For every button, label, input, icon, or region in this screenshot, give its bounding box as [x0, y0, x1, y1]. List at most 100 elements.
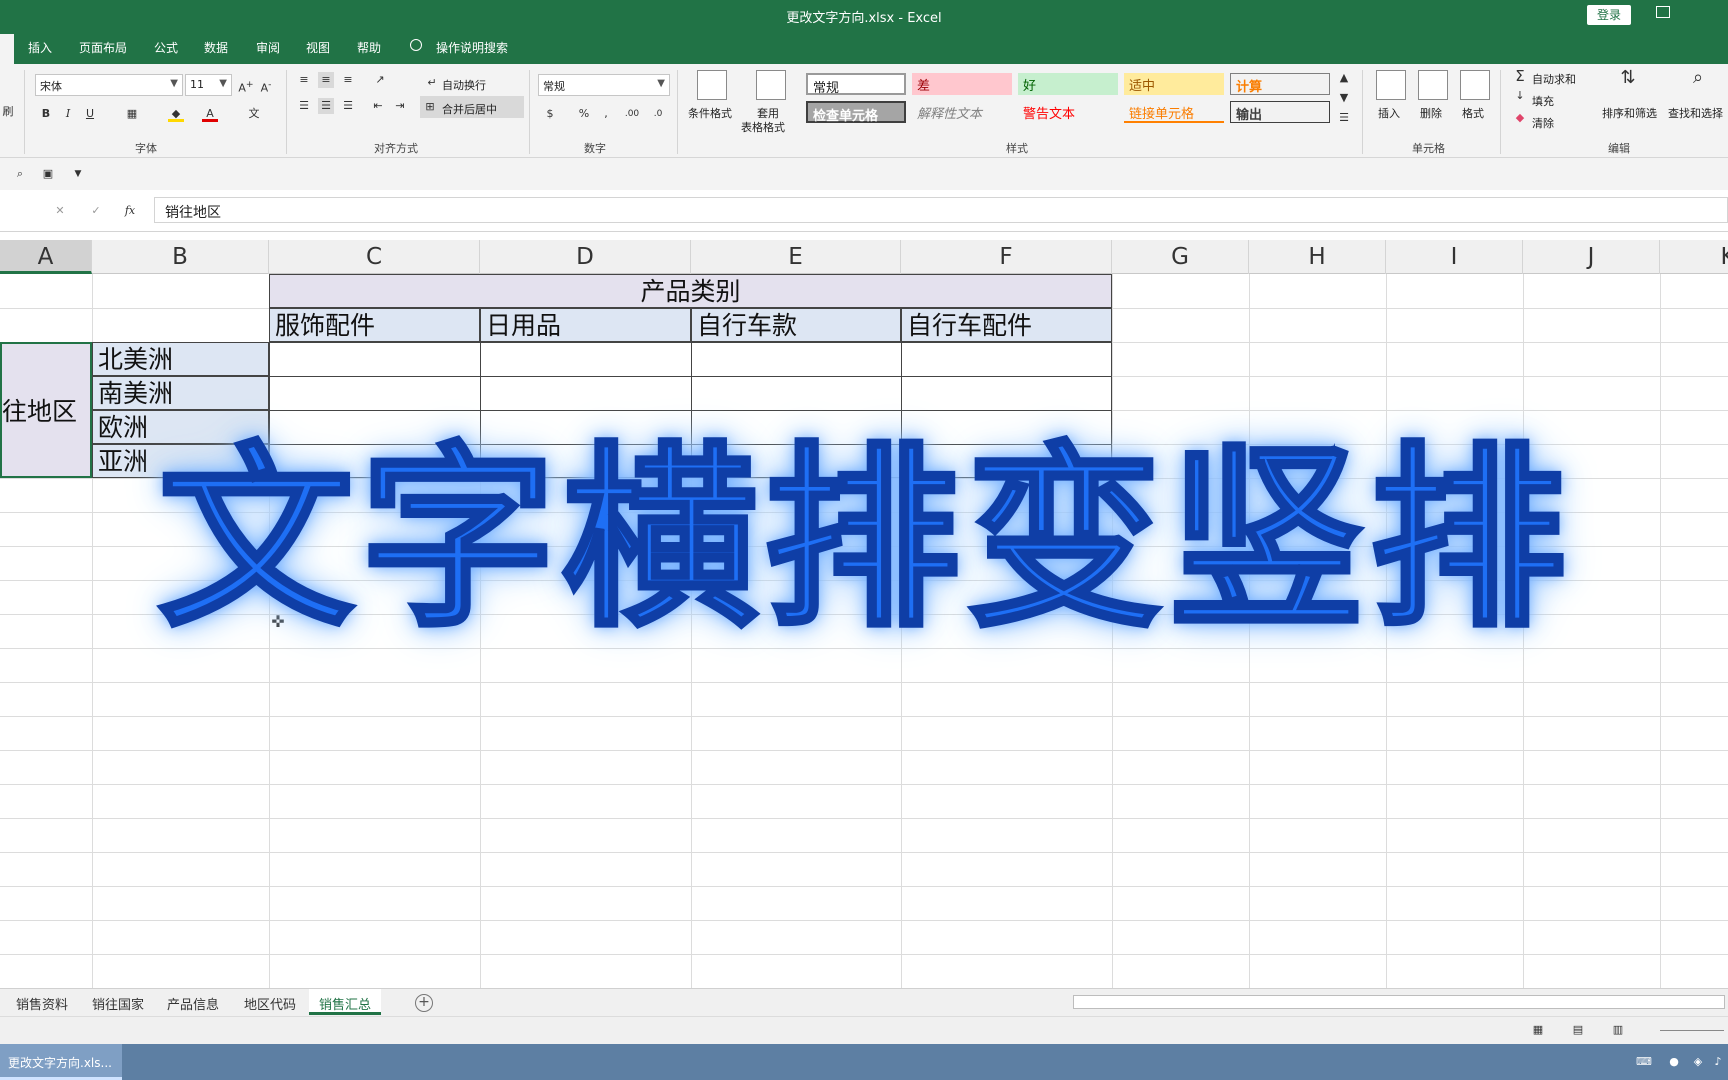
- column-header-e[interactable]: E: [691, 240, 901, 274]
- insert-function-icon[interactable]: fx: [122, 203, 138, 219]
- align-right-icon[interactable]: ☰: [340, 98, 356, 114]
- column-header-g[interactable]: G: [1112, 240, 1249, 274]
- format-cells-icon[interactable]: [1460, 70, 1490, 100]
- bold-icon[interactable]: B: [38, 106, 54, 122]
- merge-center-button[interactable]: ⊞ 合并后居中: [420, 96, 524, 118]
- shield-icon[interactable]: ◈: [1690, 1054, 1706, 1070]
- decrease-font-icon[interactable]: A-: [258, 77, 274, 95]
- keyboard-icon[interactable]: ⌨: [1636, 1054, 1652, 1070]
- style-output[interactable]: 输出: [1230, 101, 1330, 123]
- style-warning[interactable]: 警告文本: [1018, 101, 1118, 123]
- column-header-f[interactable]: F: [901, 240, 1112, 274]
- column-header-b[interactable]: B: [92, 240, 269, 274]
- tab-page-layout[interactable]: 页面布局: [79, 39, 127, 56]
- increase-decimal-icon[interactable]: .00: [624, 106, 640, 122]
- sheet-tab[interactable]: 产品信息: [167, 994, 219, 1013]
- column-header-i[interactable]: I: [1386, 240, 1523, 274]
- style-calculation[interactable]: 计算: [1230, 73, 1330, 95]
- find-select-label[interactable]: 查找和选择: [1668, 105, 1723, 121]
- brush-icon[interactable]: 刷: [0, 104, 16, 120]
- column-header-h[interactable]: H: [1249, 240, 1386, 274]
- category-cell[interactable]: 日用品: [480, 308, 691, 342]
- conditional-format-label[interactable]: 条件格式: [688, 105, 732, 121]
- fill-button[interactable]: 填充: [1532, 93, 1554, 109]
- style-bad[interactable]: 差: [912, 73, 1012, 95]
- align-bottom-icon[interactable]: ≡: [340, 72, 356, 88]
- page-break-view-icon[interactable]: ▥: [1610, 1022, 1626, 1038]
- scroll-down-icon[interactable]: ▼: [1336, 90, 1352, 106]
- sheet-tab[interactable]: 销售资料: [16, 994, 68, 1013]
- tab-home[interactable]: [0, 34, 14, 64]
- font-name-box[interactable]: 宋体 ▼: [35, 74, 183, 96]
- phonetic-icon[interactable]: 文: [246, 106, 262, 122]
- table-format-label-2[interactable]: 表格格式: [741, 119, 785, 135]
- border-icon[interactable]: ▦: [124, 106, 140, 122]
- tab-review[interactable]: 审阅: [256, 39, 280, 56]
- fill-color-icon[interactable]: ◆: [168, 106, 184, 122]
- underline-icon[interactable]: U: [82, 106, 98, 122]
- more-styles-icon[interactable]: ☰: [1336, 110, 1352, 126]
- style-normal[interactable]: 常规: [806, 73, 906, 96]
- insert-cells-label[interactable]: 插入: [1378, 105, 1400, 121]
- increase-indent-icon[interactable]: ⇥: [392, 98, 408, 114]
- header-product-category[interactable]: 产品类别: [269, 274, 1112, 308]
- tell-me-search[interactable]: 操作说明搜索: [436, 39, 508, 56]
- category-cell[interactable]: 自行车款: [691, 308, 901, 342]
- currency-icon[interactable]: $: [542, 106, 558, 122]
- autosum-button[interactable]: 自动求和: [1532, 71, 1576, 87]
- wrap-text-button[interactable]: 自动换行: [442, 77, 486, 93]
- increase-font-icon[interactable]: A+: [238, 77, 254, 95]
- column-header-c[interactable]: C: [269, 240, 480, 274]
- column-header-j[interactable]: J: [1523, 240, 1660, 274]
- tab-formulas[interactable]: 公式: [154, 39, 178, 56]
- category-cell[interactable]: 自行车配件: [901, 308, 1112, 342]
- tab-help[interactable]: 帮助: [357, 39, 381, 56]
- scroll-up-icon[interactable]: ▲: [1336, 70, 1352, 86]
- category-cell[interactable]: 服饰配件: [269, 308, 480, 342]
- sort-filter-icon[interactable]: ⇅: [1620, 69, 1636, 87]
- sheet-tab[interactable]: 销往国家: [92, 994, 144, 1013]
- enter-icon[interactable]: ✓: [88, 203, 104, 219]
- conditional-format-icon[interactable]: [697, 70, 727, 100]
- format-cells-label[interactable]: 格式: [1462, 105, 1484, 121]
- decrease-decimal-icon[interactable]: .0: [650, 106, 666, 122]
- tab-view[interactable]: 视图: [306, 39, 330, 56]
- number-format-box[interactable]: 常规 ▼: [538, 74, 670, 96]
- align-left-icon[interactable]: ☰: [296, 98, 312, 114]
- italic-icon[interactable]: I: [60, 106, 76, 122]
- column-header-d[interactable]: D: [480, 240, 691, 274]
- volume-icon[interactable]: ♪: [1710, 1054, 1726, 1070]
- percent-icon[interactable]: %: [576, 106, 592, 122]
- align-top-icon[interactable]: ≡: [296, 72, 312, 88]
- style-linked-cell[interactable]: 链接单元格: [1124, 101, 1224, 123]
- ribbon-display-icon[interactable]: [1656, 6, 1670, 18]
- table-format-icon[interactable]: [756, 70, 786, 100]
- sheet-tab[interactable]: 地区代码: [244, 994, 296, 1013]
- add-sheet-icon[interactable]: +: [415, 994, 433, 1012]
- insert-cells-icon[interactable]: [1376, 70, 1406, 100]
- horizontal-scrollbar[interactable]: [1073, 995, 1725, 1009]
- align-center-icon[interactable]: ☰: [318, 98, 334, 114]
- clear-button[interactable]: 清除: [1532, 115, 1554, 131]
- cancel-icon[interactable]: ✕: [52, 203, 68, 219]
- column-header-k[interactable]: K: [1660, 240, 1728, 274]
- formula-input[interactable]: 销往地区: [154, 197, 1728, 223]
- orientation-icon[interactable]: ↗: [372, 72, 388, 88]
- style-good[interactable]: 好: [1018, 73, 1118, 95]
- zoom-slider[interactable]: [1660, 1030, 1724, 1031]
- style-neutral[interactable]: 适中: [1124, 73, 1224, 95]
- style-check-cell[interactable]: 检查单元格: [806, 101, 906, 124]
- comma-icon[interactable]: ,: [598, 106, 614, 122]
- column-header-a[interactable]: A: [0, 240, 92, 274]
- region-cell[interactable]: 北美洲: [92, 342, 269, 376]
- login-button[interactable]: 登录: [1587, 5, 1631, 25]
- print-preview-icon[interactable]: ⌕: [12, 166, 28, 182]
- font-color-icon[interactable]: A: [202, 106, 218, 122]
- taskbar-excel-item[interactable]: 更改文字方向.xls...: [0, 1044, 122, 1080]
- normal-view-icon[interactable]: ▦: [1530, 1022, 1546, 1038]
- selected-cell-region-group[interactable]: 往地区: [0, 342, 92, 478]
- mic-icon[interactable]: ●: [1666, 1054, 1682, 1070]
- tab-insert[interactable]: 插入: [28, 39, 52, 56]
- search-icon[interactable]: ⌕: [1690, 69, 1706, 87]
- delete-cells-label[interactable]: 删除: [1420, 105, 1442, 121]
